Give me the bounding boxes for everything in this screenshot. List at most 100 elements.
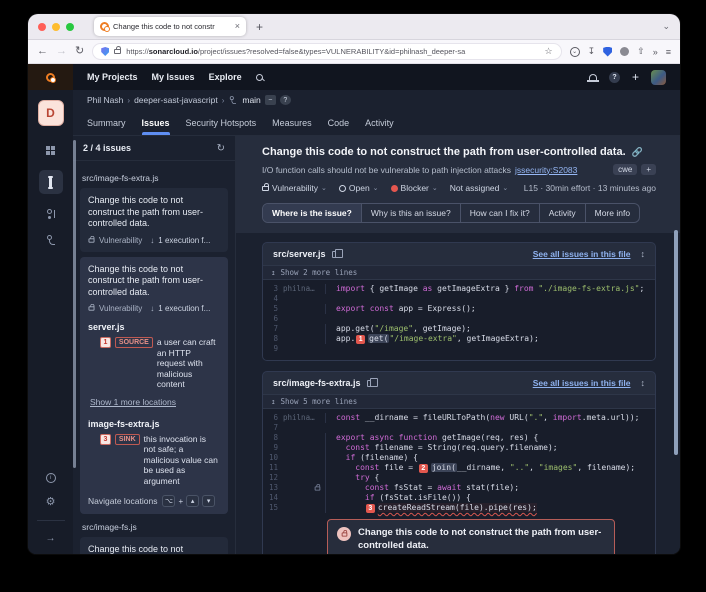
show-more-lines[interactable]: ↥Show 5 more lines: [263, 394, 655, 409]
main-scrollbar[interactable]: [674, 230, 678, 455]
project-tab-code[interactable]: Code: [328, 118, 350, 135]
branch-icon[interactable]: [46, 235, 56, 246]
nav-link-explore[interactable]: Explore: [209, 72, 242, 82]
navigate-key-button[interactable]: ⌥: [162, 495, 175, 507]
projects-grid-icon[interactable]: [46, 146, 50, 150]
permalink-icon[interactable]: 🔗: [632, 147, 643, 158]
location-row[interactable]: 1SOURCEa user can craft an HTTP request …: [88, 337, 220, 390]
detail-tab-how-can-i-fix-it[interactable]: How can I fix it?: [460, 204, 539, 222]
breadcrumb-org[interactable]: Phil Nash: [87, 95, 123, 105]
line-number[interactable]: 6: [263, 413, 283, 423]
project-tab-summary[interactable]: Summary: [87, 118, 126, 135]
tag-pill-cwe[interactable]: cwe: [613, 164, 637, 175]
copy-icon[interactable]: [367, 380, 373, 387]
search-icon[interactable]: [256, 74, 263, 81]
navigate-key-button[interactable]: ▾: [202, 495, 215, 507]
project-tab-security-hotspots[interactable]: Security Hotspots: [186, 118, 257, 135]
detail-tab-where-is-the-issue[interactable]: Where is the issue?: [263, 204, 361, 222]
project-tab-measures[interactable]: Measures: [272, 118, 312, 135]
line-number[interactable]: 7: [263, 324, 283, 334]
tab-close-icon[interactable]: ×: [235, 22, 240, 31]
info-icon[interactable]: i: [46, 473, 56, 483]
issue-card[interactable]: Change this code to not construct the pa…: [80, 188, 228, 252]
menu-icon[interactable]: ≡: [666, 47, 671, 57]
line-number[interactable]: 12: [263, 473, 283, 483]
minimize-window-button[interactable]: [52, 23, 60, 31]
forward-icon[interactable]: →: [56, 46, 67, 57]
line-number[interactable]: 4: [263, 294, 283, 304]
rail-item-issues[interactable]: [39, 170, 63, 194]
sonarcloud-logo[interactable]: [28, 64, 73, 90]
sidebar-scrollbar[interactable]: [73, 140, 76, 468]
line-number[interactable]: 11: [263, 463, 283, 473]
issue-assignee-select[interactable]: Not assigned⌄: [450, 183, 509, 193]
copy-icon[interactable]: [332, 251, 338, 258]
flow-location-badge[interactable]: 2: [419, 464, 428, 473]
back-icon[interactable]: ←: [37, 46, 48, 57]
tracking-shield-icon[interactable]: [101, 47, 109, 56]
expand-icon[interactable]: ↕: [641, 249, 646, 259]
branch-help-badge[interactable]: ?: [280, 95, 291, 105]
line-number[interactable]: 14: [263, 493, 283, 503]
detail-tab-why-is-this-an-issue[interactable]: Why is this an issue?: [361, 204, 460, 222]
rule-key-link[interactable]: jssecurity:S2083: [515, 165, 577, 175]
org-avatar[interactable]: D: [38, 100, 64, 126]
overflow-icon[interactable]: »: [653, 47, 658, 57]
nav-link-my-projects[interactable]: My Projects: [87, 72, 138, 82]
bell-icon[interactable]: [589, 74, 597, 81]
line-number[interactable]: 5: [263, 304, 283, 314]
project-tab-issues[interactable]: Issues: [142, 118, 170, 135]
help-icon[interactable]: ?: [609, 72, 620, 83]
line-number[interactable]: 8: [263, 334, 283, 344]
reload-icon[interactable]: ↻: [75, 46, 84, 57]
tag-pill-[interactable]: +: [641, 164, 656, 175]
extension-icon[interactable]: [620, 47, 629, 56]
zoom-window-button[interactable]: [66, 23, 74, 31]
browser-tab[interactable]: Change this code to not constr ×: [94, 17, 246, 36]
url-text[interactable]: https://sonarcloud.io/project/issues?res…: [126, 47, 539, 56]
new-tab-button[interactable]: +: [256, 20, 263, 34]
share-icon[interactable]: ⇧: [637, 46, 645, 57]
show-more-locations-link[interactable]: Show 1 more locations: [90, 397, 176, 407]
issue-status-select[interactable]: Open⌄: [339, 183, 379, 193]
project-tab-activity[interactable]: Activity: [365, 118, 394, 135]
detail-tab-more-info[interactable]: More info: [585, 204, 639, 222]
breadcrumb-branch[interactable]: main: [242, 95, 260, 105]
issue-type-select[interactable]: Vulnerability⌄: [262, 183, 327, 193]
see-all-issues-link[interactable]: See all issues in this file: [533, 249, 631, 259]
line-number[interactable]: 13: [263, 483, 283, 493]
show-more-lines[interactable]: ↥Show 2 more lines: [263, 265, 655, 280]
see-all-issues-link[interactable]: See all issues in this file: [533, 378, 631, 388]
line-number[interactable]: 9: [263, 344, 283, 354]
pocket-icon[interactable]: ⌄: [570, 47, 580, 57]
collapse-rail-icon[interactable]: →: [46, 533, 56, 544]
issue-severity-select[interactable]: Blocker⌄: [391, 183, 438, 193]
downloads-icon[interactable]: ↧: [588, 46, 596, 57]
location-row[interactable]: 3SINKthis invocation is not safe; a mali…: [88, 434, 220, 487]
flow-location-badge[interactable]: 3: [366, 504, 375, 513]
close-window-button[interactable]: [38, 23, 46, 31]
detail-tab-activity[interactable]: Activity: [539, 204, 585, 222]
nav-link-my-issues[interactable]: My Issues: [152, 72, 195, 82]
line-number[interactable]: 10: [263, 453, 283, 463]
issue-card[interactable]: Change this code to not construct the pa…: [80, 257, 228, 515]
line-number[interactable]: 7: [263, 423, 283, 433]
url-bar[interactable]: https://sonarcloud.io/project/issues?res…: [92, 43, 561, 60]
issue-card[interactable]: Change this code to not construct the pa…: [80, 537, 228, 554]
location-number-badge[interactable]: 3: [100, 434, 111, 445]
refresh-icon[interactable]: ↻: [217, 143, 225, 154]
gear-icon[interactable]: ⚙: [46, 495, 56, 508]
line-number[interactable]: 9: [263, 443, 283, 453]
tab-list-chevron-icon[interactable]: ⌄: [662, 21, 670, 32]
user-avatar[interactable]: [651, 70, 666, 85]
line-number[interactable]: 3: [263, 284, 283, 294]
navigate-key-button[interactable]: ▴: [186, 495, 199, 507]
bookmark-icon[interactable]: ☆: [545, 46, 553, 57]
add-icon[interactable]: +: [632, 71, 639, 83]
expand-icon[interactable]: ↕: [641, 378, 646, 388]
location-number-badge[interactable]: 1: [100, 337, 111, 348]
adblock-extension-icon[interactable]: [603, 47, 612, 57]
flow-location-badge[interactable]: 1: [356, 335, 365, 344]
pull-request-icon[interactable]: [46, 209, 56, 220]
line-number[interactable]: 8: [263, 433, 283, 443]
